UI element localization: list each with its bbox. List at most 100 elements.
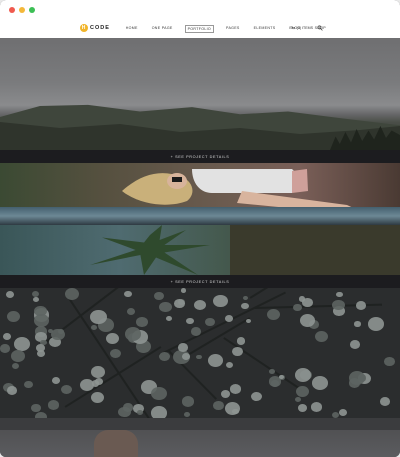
leaf xyxy=(34,305,47,317)
leaf xyxy=(300,314,316,327)
leaf xyxy=(339,409,348,417)
nav-pages[interactable]: PAGES xyxy=(224,26,242,33)
leaf xyxy=(90,309,108,325)
leaf xyxy=(36,349,45,357)
leaf xyxy=(151,386,167,400)
nav-portfolio[interactable]: PORTFOLIO xyxy=(184,25,215,33)
window-close-button[interactable] xyxy=(9,7,15,13)
leaf xyxy=(52,376,61,384)
leaf xyxy=(379,397,390,406)
leaf xyxy=(159,301,172,313)
leaf xyxy=(32,290,40,297)
leaf xyxy=(13,336,31,351)
leaf xyxy=(208,353,224,367)
leaf xyxy=(213,294,229,308)
leaf xyxy=(126,307,136,315)
cart-link[interactable]: (0) ITEMS xyxy=(291,26,313,30)
leaf xyxy=(90,366,105,379)
nav-home[interactable]: HOME xyxy=(124,26,140,33)
leaf xyxy=(11,350,26,362)
see-project-details-link[interactable]: + SEE PROJECT DETAILS xyxy=(171,155,230,159)
leaf xyxy=(79,379,94,392)
leaf xyxy=(250,391,263,402)
leaf xyxy=(232,346,243,356)
leaf xyxy=(226,361,234,368)
leaf xyxy=(90,325,97,330)
leaf xyxy=(314,330,328,342)
leaf xyxy=(190,326,202,336)
logo-mark: H xyxy=(80,24,88,32)
leaf xyxy=(354,321,361,327)
leaf xyxy=(267,309,281,321)
car-roof xyxy=(0,207,400,225)
leaf xyxy=(124,290,132,297)
project-image-woman-on-car[interactable] xyxy=(0,163,400,275)
leaf xyxy=(174,298,185,308)
leaf xyxy=(94,378,103,385)
window-maximize-button[interactable] xyxy=(29,7,35,13)
leaf xyxy=(165,316,172,322)
leaf xyxy=(367,316,385,331)
leaf xyxy=(355,301,367,310)
wooden-plank xyxy=(0,418,400,430)
nav-one-page[interactable]: ONE PAGE xyxy=(150,26,175,33)
leaf xyxy=(241,302,250,310)
leaf xyxy=(158,351,170,361)
leaf xyxy=(310,402,322,412)
leaf xyxy=(136,410,143,415)
leaf xyxy=(224,314,233,322)
leaf xyxy=(181,396,195,407)
leaf xyxy=(245,319,251,324)
leaf xyxy=(90,391,104,403)
leaf xyxy=(349,339,361,349)
woman-figure xyxy=(122,169,360,213)
leaf xyxy=(31,403,41,412)
leaf xyxy=(60,384,73,395)
site-logo[interactable]: H CODE xyxy=(80,24,110,32)
see-project-details-link[interactable]: + SEE PROJECT DETAILS xyxy=(171,280,230,284)
leaf xyxy=(105,332,120,345)
leaf xyxy=(295,368,312,382)
project-trees xyxy=(230,225,400,275)
leaf xyxy=(47,400,59,410)
leaf xyxy=(243,295,249,301)
leaf xyxy=(268,368,275,374)
leaf xyxy=(332,299,345,311)
leaf xyxy=(302,298,313,308)
leaf xyxy=(184,411,191,417)
logo-text: CODE xyxy=(90,25,110,31)
project-details-bar: + SEE PROJECT DETAILS xyxy=(0,275,400,288)
leaf xyxy=(296,385,310,397)
leaf xyxy=(205,317,215,326)
project-details-bar: + SEE PROJECT DETAILS xyxy=(0,150,400,163)
search-icon[interactable] xyxy=(317,25,323,31)
leaf xyxy=(5,290,15,299)
leaf xyxy=(294,396,302,403)
leaf xyxy=(2,332,11,340)
leaf xyxy=(136,316,148,327)
cart-icon xyxy=(291,26,295,30)
leaf xyxy=(23,380,33,389)
leaf xyxy=(110,349,122,359)
leaf xyxy=(312,376,329,391)
leaf xyxy=(123,403,133,412)
leaf xyxy=(384,357,395,367)
leaf xyxy=(178,342,189,352)
leaf xyxy=(0,344,10,353)
leaf xyxy=(32,296,39,302)
leaf xyxy=(7,310,21,322)
project-image-leaves[interactable] xyxy=(0,288,400,418)
site-header: H CODE HOME ONE PAGE PORTFOLIO PAGES ELE… xyxy=(0,0,400,39)
leaf xyxy=(293,304,302,312)
leaf xyxy=(194,299,207,310)
leaf xyxy=(181,288,187,293)
leaf xyxy=(185,317,194,325)
leaf xyxy=(34,314,49,327)
nav-elements[interactable]: ELEMENTS xyxy=(252,26,278,33)
branch xyxy=(223,337,303,391)
leaf xyxy=(213,401,224,410)
leaf xyxy=(297,403,308,412)
leaf xyxy=(336,291,343,298)
cart-count: (0) ITEMS xyxy=(296,26,313,30)
window-minimize-button[interactable] xyxy=(19,7,25,13)
